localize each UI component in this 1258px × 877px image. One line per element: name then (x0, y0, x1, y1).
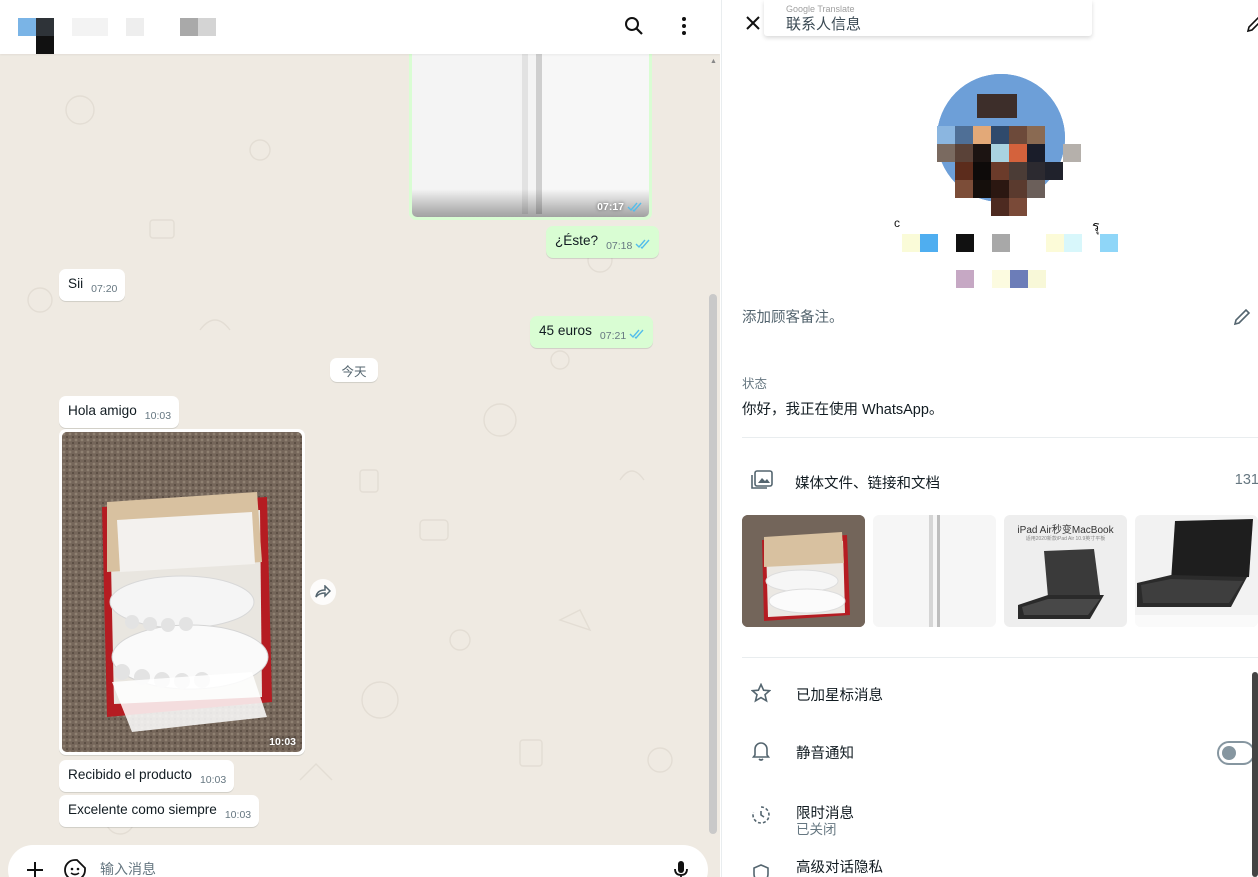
search-button[interactable] (620, 12, 648, 40)
shoe-box-photo (742, 515, 865, 627)
star-icon (750, 682, 772, 704)
disappearing-messages-row[interactable]: 限时消息 已关闭 (722, 790, 1258, 840)
message-time: 07:20 (91, 283, 118, 295)
forward-button[interactable] (310, 579, 336, 605)
read-ticks-icon (635, 239, 650, 250)
close-icon (746, 16, 760, 30)
pencil-icon[interactable] (1231, 306, 1253, 328)
message-time: 07:17 (597, 201, 643, 213)
message-image-outgoing[interactable]: 07:17 (409, 54, 652, 220)
scroll-up-arrow[interactable]: ▲ (710, 58, 717, 65)
media-thumbnail[interactable]: iPad Air秒变MacBook 适用2020新款iPad Air 10.9英… (1004, 515, 1127, 627)
contact-name-blurred[interactable] (72, 18, 220, 36)
plus-icon (27, 862, 43, 877)
media-count: 131 (1234, 472, 1258, 488)
name-fragment-right: รุ (1092, 218, 1100, 234)
message-text: Excelente como siempre (68, 802, 217, 817)
message-text: Hola amigo (68, 403, 137, 418)
contact-avatar[interactable] (18, 18, 54, 54)
search-icon (625, 17, 643, 35)
message-bubble-incoming[interactable]: Excelente como siempre 10:03 (59, 795, 260, 827)
message-text: Recibido el producto (68, 767, 192, 782)
day-separator: 今天 (330, 358, 378, 382)
info-scrollbar[interactable] (1252, 672, 1258, 877)
media-thumbnail[interactable] (742, 515, 865, 627)
message-time: 07:18 (606, 240, 633, 252)
contact-info-header: Google Translate 联系人信息 (722, 0, 1258, 48)
message-text: ¿Éste? (555, 233, 599, 248)
mic-icon (674, 861, 688, 877)
close-button[interactable] (740, 10, 766, 36)
pencil-icon[interactable] (1245, 14, 1258, 34)
forward-icon (315, 585, 331, 598)
menu-icon (682, 17, 686, 35)
contact-info-panel: Google Translate 联系人信息 c รุ 添加顾客备注。 状态 你… (721, 0, 1258, 877)
starred-messages-label: 已加星标消息 (796, 688, 883, 704)
message-composer (8, 845, 708, 877)
advanced-chat-privacy-row[interactable]: 高级对话隐私 (722, 853, 1258, 877)
chat-panel: ▲ 07:17 ¿Éste? 07:18 Sii 07:20 45 euros … (0, 0, 720, 877)
message-input[interactable] (100, 861, 660, 877)
message-text: Sii (68, 276, 84, 291)
media-links-docs-row[interactable]: 媒体文件、链接和文档 131 (722, 462, 1258, 500)
status-label: 状态 (742, 377, 768, 391)
message-bubble-outgoing[interactable]: 45 euros 07:21 (530, 316, 654, 348)
contact-name-blurred: c รุ (894, 216, 1118, 288)
mute-notifications-row[interactable]: 静音通知 (722, 730, 1258, 774)
message-time: 10:03 (199, 774, 227, 786)
panel-title: 联系人信息 (786, 16, 862, 33)
message-bubble-incoming[interactable]: Sii 07:20 (59, 269, 126, 301)
timer-icon (750, 804, 772, 826)
media-icon (751, 470, 773, 489)
ipad-keyboard-photo (1135, 519, 1258, 627)
message-bubble-incoming[interactable]: Recibido el producto 10:03 (59, 760, 235, 792)
ipad-keyboard-photo (1018, 549, 1104, 619)
advanced-chat-privacy-label: 高级对话隐私 (796, 860, 883, 876)
toggle-knob (1222, 746, 1236, 760)
shield-icon (750, 863, 772, 877)
chat-scrollbar[interactable] (709, 294, 717, 834)
mute-notifications-toggle[interactable] (1217, 741, 1255, 765)
media-label: 媒体文件、链接和文档 (795, 476, 940, 492)
mute-notifications-label: 静音通知 (796, 746, 854, 762)
attach-button[interactable] (24, 859, 46, 877)
bell-icon (750, 740, 772, 762)
shoe-box-photo (62, 432, 302, 752)
message-list: 07:17 ¿Éste? 07:18 Sii 07:20 45 euros 07:21… (0, 54, 720, 844)
google-translate-popup[interactable]: Google Translate 联系人信息 (764, 0, 1092, 36)
message-bubble-incoming[interactable]: Hola amigo 10:03 (59, 396, 180, 428)
message-image-incoming[interactable]: 10:03 (59, 429, 305, 755)
message-time: 10:03 (144, 410, 172, 422)
status-text: 你好，我正在使用 WhatsApp。 (742, 402, 944, 418)
message-text: 45 euros (539, 323, 592, 338)
message-time: 07:21 (599, 330, 627, 342)
chat-menu-button[interactable] (670, 12, 698, 40)
chat-header (0, 0, 720, 54)
message-time: 10:03 (224, 809, 252, 821)
message-bubble-outgoing[interactable]: ¿Éste? 07:18 (546, 226, 660, 258)
starred-messages-row[interactable]: 已加星标消息 (722, 672, 1258, 716)
media-thumbnail[interactable] (873, 515, 996, 627)
media-thumbnail[interactable] (1135, 515, 1258, 627)
divider (742, 657, 1258, 658)
read-ticks-icon (627, 202, 642, 212)
customer-note-row[interactable]: 添加顾客备注。 (742, 306, 1257, 330)
message-time: 10:03 (269, 736, 296, 748)
divider (742, 437, 1258, 438)
profile-photo-pixelation (937, 126, 1081, 216)
sticker-icon (64, 859, 86, 877)
sticker-button[interactable] (64, 859, 86, 877)
customer-note-placeholder: 添加顾客备注。 (742, 310, 844, 326)
name-fragment-left: c (894, 216, 900, 230)
disappearing-messages-status: 已关闭 (796, 822, 837, 837)
read-ticks-icon (629, 329, 644, 340)
voice-record-button[interactable] (670, 859, 692, 877)
